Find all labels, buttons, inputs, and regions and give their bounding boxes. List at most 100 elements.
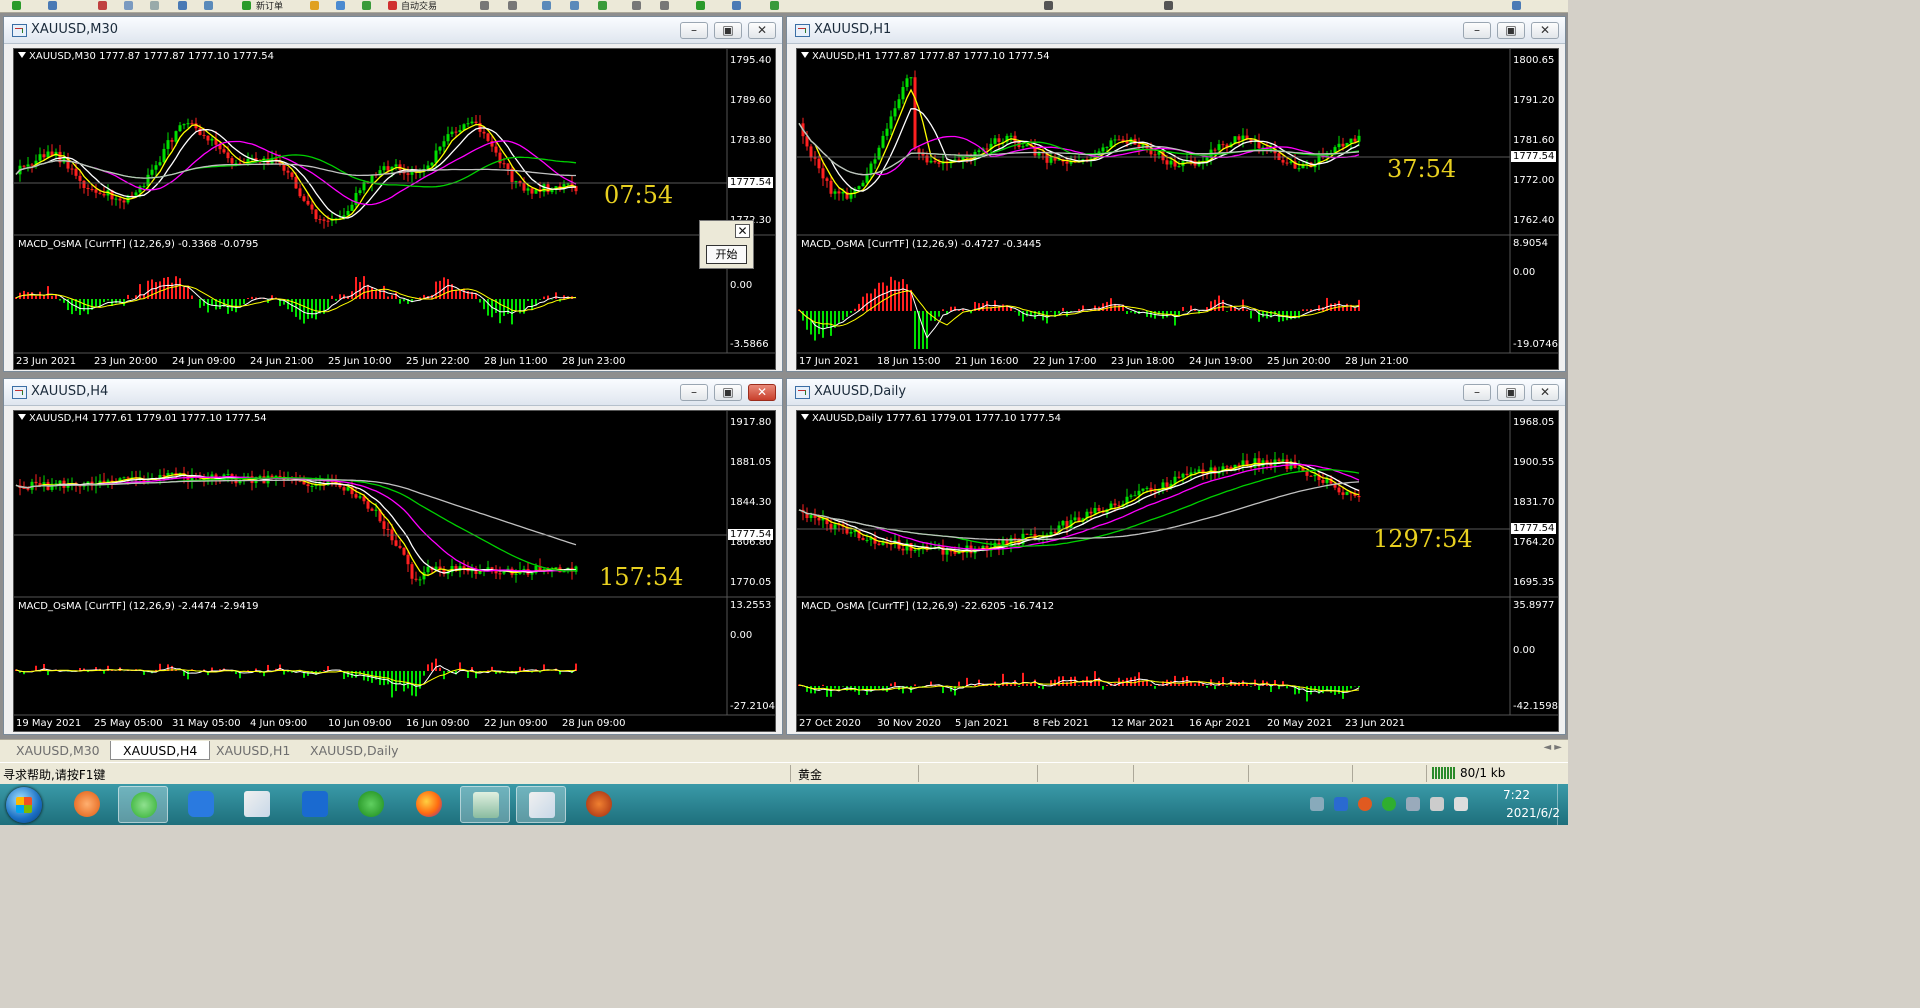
signal-icon[interactable] [1454, 797, 1468, 811]
taskbar-app-1[interactable] [62, 786, 112, 823]
new-order-button[interactable]: 新订单 [256, 0, 283, 12]
line-tool-icon[interactable] [1164, 1, 1173, 10]
close-button[interactable]: ✕ [748, 22, 776, 39]
taskbar-app-8[interactable] [460, 786, 510, 823]
network-icon[interactable] [1406, 797, 1420, 811]
taskbar-app-3[interactable] [176, 786, 226, 823]
bar-chart-icon[interactable] [480, 1, 489, 10]
maximize-button[interactable]: ▣ [1497, 22, 1525, 39]
tab-xauusd-h1[interactable]: XAUUSD,H1 [204, 741, 302, 760]
osma-bar [1134, 676, 1136, 686]
price-axis-label: 1917.80 [730, 417, 772, 428]
clock-time[interactable]: 7:22 [1503, 788, 1530, 802]
add-icon[interactable] [12, 1, 21, 10]
tray-app-icon[interactable] [1310, 797, 1324, 811]
zoom-in-icon[interactable] [542, 1, 551, 10]
maximize-button[interactable]: ▣ [714, 22, 742, 39]
taskbar-app-5[interactable] [290, 786, 340, 823]
shield-icon[interactable] [1334, 797, 1348, 811]
taskbar-app-6[interactable] [346, 786, 396, 823]
tab-xauusd-daily[interactable]: XAUUSD,Daily [298, 741, 411, 760]
dropdown-icon[interactable] [801, 414, 809, 420]
close-button[interactable]: ✕ [1531, 22, 1559, 39]
zoom-out-icon[interactable] [570, 1, 579, 10]
autoscroll-icon[interactable] [632, 1, 641, 10]
candle-body [917, 549, 921, 551]
chart-window-d1[interactable]: XAUUSD,Daily – ▣ ✕ XAUUSD,Daily 1777.61 … [786, 378, 1566, 735]
new-order-icon[interactable] [242, 1, 251, 10]
price-chart[interactable]: XAUUSD,M30 1777.87 1777.87 1777.10 1777.… [13, 48, 776, 370]
ohlc-header: XAUUSD,H1 1777.87 1777.87 1777.10 1777.5… [801, 51, 1050, 62]
start-button[interactable]: 开始 [706, 245, 747, 264]
close-button[interactable]: ✕ [1531, 384, 1559, 401]
start-button-icon[interactable] [6, 787, 42, 823]
expert-icon[interactable] [310, 1, 319, 10]
taskbar-mt4-1[interactable] [232, 786, 282, 823]
chart-window-m30[interactable]: XAUUSD,M30 – ▣ ✕ XAUUSD,M30 1777.87 1777… [3, 16, 783, 372]
window-title-bar[interactable]: XAUUSD,M30 – ▣ ✕ [4, 17, 782, 44]
minimize-button[interactable]: – [680, 384, 708, 401]
auto-trading-icon[interactable] [388, 1, 397, 10]
templates-icon[interactable] [770, 1, 779, 10]
chart-canvas [797, 411, 1558, 716]
candle-body [38, 154, 42, 161]
macd-axis-label: 0.00 [1513, 645, 1536, 656]
taskbar-wechat[interactable] [118, 786, 168, 823]
tile-icon[interactable] [598, 1, 607, 10]
price-axis-label: 1844.30 [730, 497, 772, 508]
search-icon[interactable] [1512, 1, 1521, 10]
price-chart[interactable]: XAUUSD,H1 1777.87 1777.87 1777.10 1777.5… [796, 48, 1559, 370]
dropdown-icon[interactable] [18, 52, 26, 58]
show-desktop-button[interactable] [1557, 784, 1568, 825]
taskbar-app-10[interactable] [574, 786, 624, 823]
firefox-icon [416, 791, 442, 817]
volume-icon[interactable] [1430, 797, 1444, 811]
dropdown-icon[interactable] [801, 52, 809, 58]
tab-xauusd-m30[interactable]: XAUUSD,M30 [4, 741, 112, 760]
auto-trading-button[interactable]: 自动交易 [401, 0, 437, 12]
taskbar-firefox[interactable] [404, 786, 454, 823]
shift-icon[interactable] [660, 1, 669, 10]
candle-body [1145, 487, 1149, 489]
tester-icon[interactable] [178, 1, 187, 10]
popup-close-button[interactable]: ✕ [735, 224, 750, 238]
minimize-button[interactable]: – [1463, 384, 1491, 401]
terminal-icon[interactable] [150, 1, 159, 10]
tab-xauusd-h4[interactable]: XAUUSD,H4 [110, 741, 211, 760]
cursor-icon[interactable] [1044, 1, 1053, 10]
periods-icon[interactable] [732, 1, 741, 10]
chart-window-h1[interactable]: XAUUSD,H1 – ▣ ✕ XAUUSD,H1 1777.87 1777.8… [786, 16, 1566, 372]
chart-window-h4[interactable]: XAUUSD,H4 – ▣ ✕ XAUUSD,H4 1777.61 1779.0… [3, 378, 783, 735]
wechat-tray-icon[interactable] [1382, 797, 1396, 811]
indicators-icon[interactable] [696, 1, 705, 10]
dropdown-icon[interactable] [18, 414, 26, 420]
profiles-icon[interactable] [48, 1, 57, 10]
maximize-button[interactable]: ▣ [1497, 384, 1525, 401]
price-chart[interactable]: XAUUSD,H4 1777.61 1779.01 1777.10 1777.5… [13, 410, 776, 732]
clock-date[interactable]: 2021/6/2 [1506, 806, 1560, 820]
taskbar-mt4-2[interactable] [516, 786, 566, 823]
price-chart[interactable]: XAUUSD,Daily 1777.61 1779.01 1777.10 177… [796, 410, 1559, 732]
mail-icon[interactable] [336, 1, 345, 10]
signals-icon[interactable] [362, 1, 371, 10]
window-title-bar[interactable]: XAUUSD,H1 – ▣ ✕ [787, 17, 1565, 44]
osma-bar [854, 308, 856, 311]
chart-icon[interactable] [98, 1, 107, 10]
close-button[interactable]: ✕ [748, 384, 776, 401]
maximize-button[interactable]: ▣ [714, 384, 742, 401]
candle-body [494, 146, 498, 153]
tray-mascot-icon[interactable] [1358, 797, 1372, 811]
osma-bar [239, 299, 241, 306]
osma-bar [355, 276, 357, 299]
candle-chart-icon[interactable] [508, 1, 517, 10]
minimize-button[interactable]: – [1463, 22, 1491, 39]
window-title-bar[interactable]: XAUUSD,Daily – ▣ ✕ [787, 379, 1565, 406]
window-title-bar[interactable]: XAUUSD,H4 – ▣ ✕ [4, 379, 782, 406]
candle-body [1269, 464, 1273, 467]
candle-body [933, 160, 937, 163]
candle-body [418, 579, 422, 581]
minimize-button[interactable]: – [680, 22, 708, 39]
tab-scroll-icon[interactable]: ◄ ► [1543, 742, 1562, 753]
navigator-icon[interactable] [124, 1, 133, 10]
zoom-icon[interactable] [204, 1, 213, 10]
